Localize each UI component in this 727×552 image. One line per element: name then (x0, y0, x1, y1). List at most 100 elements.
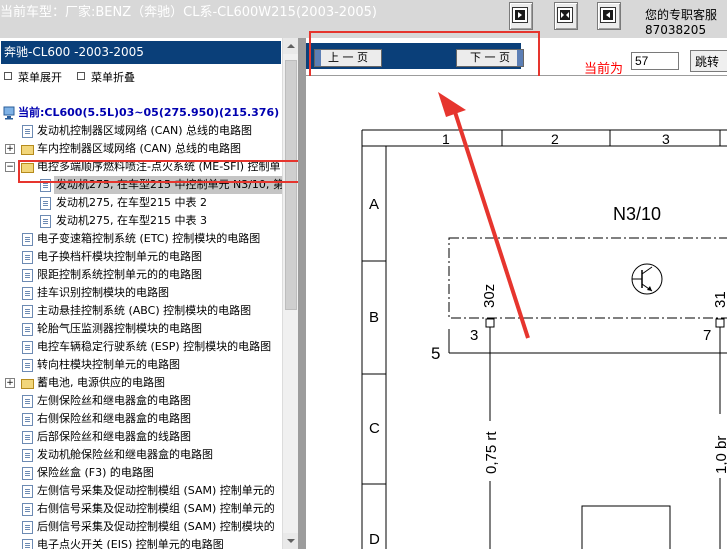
model-title: 奔驰-CL600 -2003-2005 (1, 41, 281, 64)
tree-item[interactable]: 轮胎气压监测器控制模块的电路图 (0, 320, 282, 338)
wire-label-075-rt: 0,75 rt (483, 431, 500, 474)
split-view-left-button[interactable] (509, 2, 533, 30)
menu-controls: 菜单展开 菜单折叠 (0, 69, 280, 85)
tree-item[interactable]: 保险丝盒 (F3) 的电路图 (0, 464, 282, 482)
row-label-d: D (369, 531, 380, 548)
wire-label-10-br: 1,0 br (713, 435, 727, 474)
sidebar: 奔驰-CL600 -2003-2005 菜单展开 菜单折叠 当前:CL600(5… (0, 38, 299, 549)
computer-icon (3, 106, 15, 120)
tree-item[interactable]: 左侧信号采集及促动控制模组 (SAM) 控制单元的 (0, 482, 282, 500)
document-icon (22, 467, 33, 480)
tree-item-label: 发动机275, 在车型215 中表 3 (56, 214, 207, 227)
chevron-up-icon (287, 44, 295, 48)
panel-divider[interactable] (298, 38, 306, 549)
tree-item[interactable]: 电子点火开关 (EIS) 控制单元的电路图 (0, 536, 282, 549)
jump-button[interactable]: 跳转 (690, 50, 727, 72)
tree-item-label: 发动机舱保险丝和继电器盒的电路图 (37, 448, 213, 461)
row-label-c: C (369, 420, 380, 437)
customer-service-contact: 您的专职客服 87038205 (645, 8, 717, 38)
pin-label-30z: 30z (481, 283, 498, 308)
chevron-down-icon (287, 539, 295, 543)
tree-item-label: 当前:CL600(5.5L)03~05(275.950)(215.376) (18, 106, 280, 119)
wiring-diagram: 1 2 3 A B C D N3/10 30z 31 3 7 5 0,75 rt… (306, 76, 727, 549)
tree-item[interactable]: 发动机控制器区域网络 (CAN) 总线的电路图 (0, 122, 282, 140)
menu-expand-button[interactable]: 菜单展开 (4, 69, 62, 85)
tree-item[interactable]: 右侧信号采集及促动控制模组 (SAM) 控制单元的 (0, 500, 282, 518)
document-icon (40, 197, 51, 210)
tree-item-label: 电子换档杆模块控制单元的电路图 (37, 250, 202, 263)
tree-item[interactable]: 后部保险丝和继电器盒的线路图 (0, 428, 282, 446)
tree-item[interactable]: 电子换档杆模块控制单元的电路图 (0, 248, 282, 266)
tree-item[interactable]: 右侧保险丝和继电器盒的电路图 (0, 410, 282, 428)
folder-icon (21, 379, 34, 389)
scroll-up-arrow[interactable] (283, 38, 299, 54)
pin-label-31: 31 (712, 291, 727, 308)
tree-item-label: 后部保险丝和继电器盒的线路图 (37, 430, 191, 443)
expand-icon (4, 72, 12, 80)
tree-item-label: 挂车识别控制模块的电路图 (37, 286, 169, 299)
collapse-icon (77, 72, 85, 80)
tree-item[interactable]: 发动机275, 在车型215 中表 3 (0, 212, 282, 230)
document-icon (22, 503, 33, 516)
tree-item-label: 左侧信号采集及促动控制模组 (SAM) 控制单元的 (37, 484, 275, 497)
tree-item[interactable]: 转向柱模块控制单元的电路图 (0, 356, 282, 374)
connector-label-5: 5 (431, 344, 441, 363)
tree-item[interactable]: 主动悬挂控制系统 (ABC) 控制模块的电路图 (0, 302, 282, 320)
sidebar-scrollbar[interactable] (282, 38, 299, 549)
folder-icon (21, 145, 34, 155)
tree-item[interactable]: 后侧信号采集及促动控制模组 (SAM) 控制模块的 (0, 518, 282, 536)
tree-item[interactable]: 发动机275, 在车型215 中表 2 (0, 194, 282, 212)
split-view-both-icon (557, 7, 573, 23)
document-icon (22, 485, 33, 498)
tree-item-label: 车内控制器区域网络 (CAN) 总线的电路图 (37, 142, 242, 155)
tree-item-label: 保险丝盒 (F3) 的电路图 (37, 466, 154, 479)
document-icon (22, 233, 33, 246)
document-icon (22, 323, 33, 336)
pin-number-7: 7 (703, 327, 712, 344)
tree-item-label: 蓄电池, 电源供应的电路图 (37, 376, 165, 389)
col-label-1: 1 (442, 131, 450, 147)
collapse-minus-icon[interactable]: − (5, 162, 15, 172)
tree-item[interactable]: + 车内控制器区域网络 (CAN) 总线的电路图 (0, 140, 282, 158)
document-icon (22, 413, 33, 426)
document-icon (22, 341, 33, 354)
expand-plus-icon[interactable]: + (5, 378, 15, 388)
row-label-b: B (369, 309, 380, 326)
expand-plus-icon[interactable]: + (5, 144, 15, 154)
tree-item[interactable]: + 蓄电池, 电源供应的电路图 (0, 374, 282, 392)
document-icon (22, 539, 33, 549)
tree-item[interactable]: 左侧保险丝和继电器盒的电路图 (0, 392, 282, 410)
menu-collapse-button[interactable]: 菜单折叠 (77, 69, 135, 85)
document-icon (22, 125, 33, 138)
split-view-right-icon (600, 7, 616, 23)
col-label-3: 3 (662, 131, 670, 147)
tree-item-label: 转向柱模块控制单元的电路图 (37, 358, 180, 371)
split-view-right-button[interactable] (597, 2, 621, 30)
component-label: N3/10 (613, 204, 662, 224)
document-icon (22, 287, 33, 300)
tree-item[interactable]: 挂车识别控制模块的电路图 (0, 284, 282, 302)
document-icon (22, 521, 33, 534)
scrollbar-thumb[interactable] (285, 60, 297, 310)
tree-item-label: 主动悬挂控制系统 (ABC) 控制模块的电路图 (37, 304, 252, 317)
app-title: 当前车型：厂家:BENZ（奔驰）CL系-CL600W215(2003-2005) (0, 5, 377, 20)
current-page-input[interactable] (631, 52, 679, 70)
scroll-down-arrow[interactable] (283, 533, 299, 549)
tree-item-label: 轮胎气压监测器控制模块的电路图 (37, 322, 202, 335)
tree-item-label: 左侧保险丝和继电器盒的电路图 (37, 394, 191, 407)
tree-item-current[interactable]: 当前:CL600(5.5L)03~05(275.950)(215.376) (0, 104, 282, 122)
tree-item[interactable]: 电控车辆稳定行驶系统 (ESP) 控制模块的电路图 (0, 338, 282, 356)
menu-expand-label: 菜单展开 (18, 71, 62, 84)
tree-item[interactable]: 发动机舱保险丝和继电器盒的电路图 (0, 446, 282, 464)
tree-item-label: 右侧信号采集及促动控制模组 (SAM) 控制单元的 (37, 502, 275, 515)
document-icon (22, 269, 33, 282)
tree-item-label: 电子点火开关 (EIS) 控制单元的电路图 (37, 538, 224, 549)
tree-item[interactable]: 电子变速箱控制系统 (ETC) 控制模块的电路图 (0, 230, 282, 248)
contact-number: 87038205 (645, 23, 707, 37)
document-icon (22, 449, 33, 462)
tree-item-label: 电控车辆稳定行驶系统 (ESP) 控制模块的电路图 (37, 340, 272, 353)
menu-collapse-label: 菜单折叠 (91, 71, 135, 84)
split-view-both-button[interactable] (554, 2, 578, 30)
tree-item-label: 限距控制系统控制单元的的电路图 (37, 268, 202, 281)
tree-item[interactable]: 限距控制系统控制单元的的电路图 (0, 266, 282, 284)
